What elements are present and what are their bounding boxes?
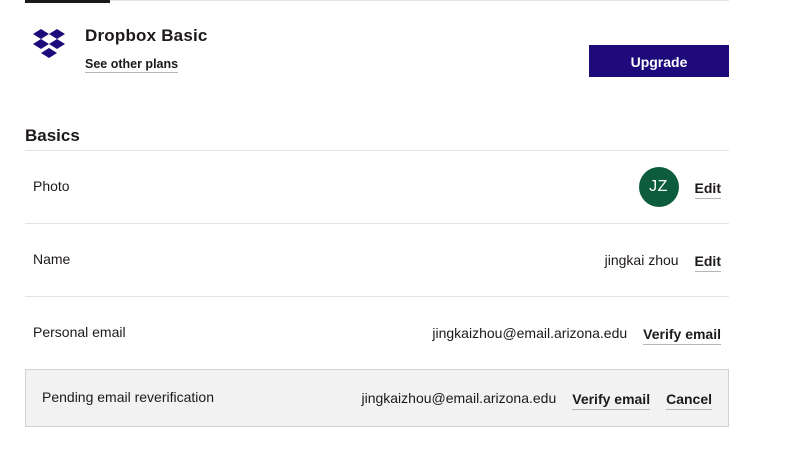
photo-row: Photo JZ Edit bbox=[25, 151, 729, 223]
pending-email-label: Pending email reverification bbox=[42, 389, 214, 405]
edit-photo-link[interactable]: Edit bbox=[694, 180, 721, 199]
top-divider bbox=[25, 0, 729, 1]
personal-email-row: Personal email jingkaizhou@email.arizona… bbox=[25, 297, 729, 369]
upgrade-button[interactable]: Upgrade bbox=[589, 45, 729, 77]
name-row: Name jingkai zhou Edit bbox=[25, 224, 729, 296]
name-label: Name bbox=[33, 251, 71, 267]
edit-name-link[interactable]: Edit bbox=[694, 253, 721, 272]
photo-label: Photo bbox=[33, 178, 70, 194]
see-other-plans-link[interactable]: See other plans bbox=[85, 57, 179, 73]
pending-email-value: jingkaizhou@email.arizona.edu bbox=[361, 390, 557, 406]
active-tab-indicator bbox=[25, 0, 110, 3]
section-title-basics: Basics bbox=[25, 126, 80, 145]
personal-email-value: jingkaizhou@email.arizona.edu bbox=[432, 325, 628, 341]
pending-email-reverification-panel: Pending email reverification jingkaizhou… bbox=[25, 369, 729, 427]
personal-email-label: Personal email bbox=[33, 324, 126, 340]
cancel-reverification-link[interactable]: Cancel bbox=[666, 391, 712, 410]
plan-name: Dropbox Basic bbox=[85, 26, 208, 45]
name-value: jingkai zhou bbox=[604, 252, 679, 268]
verify-email-link[interactable]: Verify email bbox=[643, 326, 721, 345]
pending-verify-email-link[interactable]: Verify email bbox=[572, 391, 651, 410]
plan-card: Dropbox Basic See other plans Upgrade bbox=[25, 20, 729, 80]
dropbox-logo-icon bbox=[32, 28, 66, 60]
avatar: JZ bbox=[638, 167, 679, 207]
